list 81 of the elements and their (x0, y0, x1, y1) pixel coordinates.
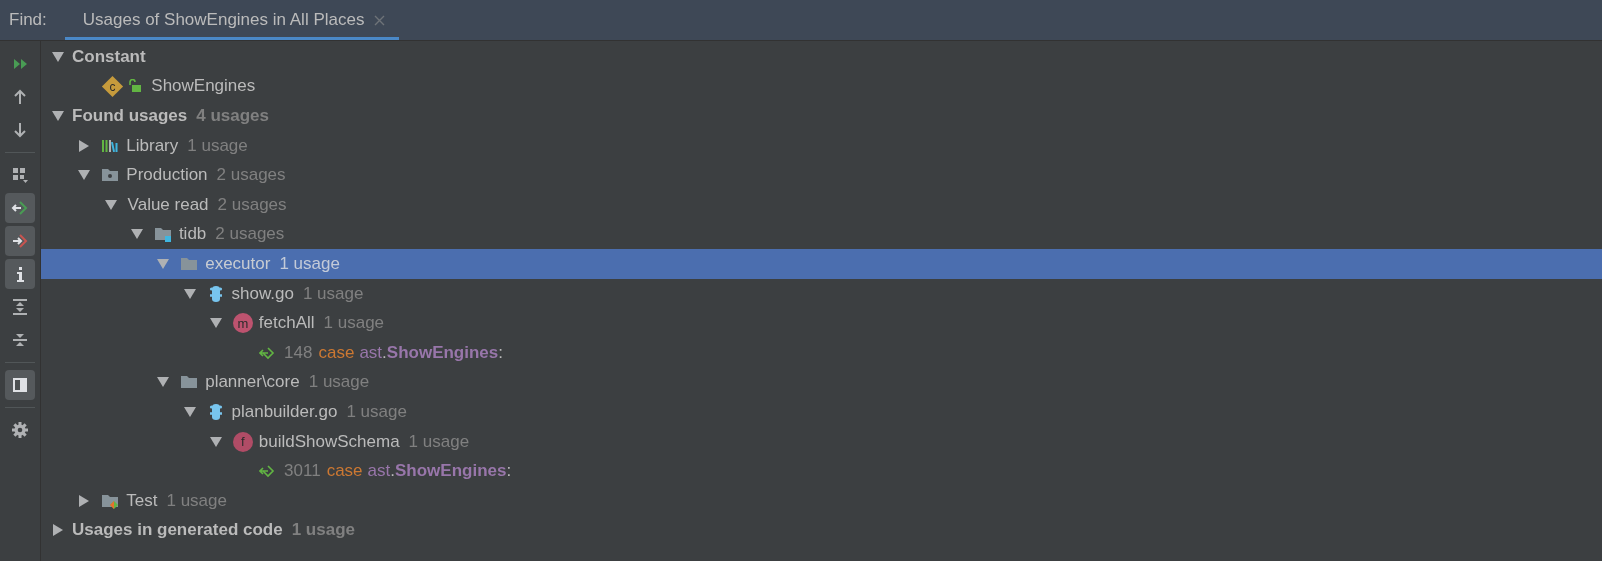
expanded-arrow-icon[interactable] (209, 317, 222, 330)
expanded-arrow-icon[interactable] (104, 198, 117, 211)
unlocked-padlock-icon (128, 79, 143, 94)
line-number: 3011 (284, 461, 321, 482)
collapse-all-icon (11, 331, 29, 349)
usage-count: 1 usage (279, 253, 340, 274)
line-number: 148 (284, 342, 313, 363)
tree-row[interactable]: Value read 2 usages (41, 189, 1602, 220)
constant-badge: c (102, 75, 124, 97)
info-button[interactable] (5, 259, 35, 289)
collapsed-arrow-icon[interactable] (78, 494, 91, 507)
tree-row[interactable]: Production 2 usages (41, 160, 1602, 190)
code-line: case ast.ShowEngines: (318, 342, 503, 363)
usage-count: 2 usages (217, 194, 287, 215)
expanded-arrow-icon[interactable] (209, 435, 222, 448)
node-label: Library (126, 135, 179, 156)
node-label: tidb (178, 224, 207, 245)
expanded-arrow-icon[interactable] (78, 169, 91, 182)
node-label: Production (126, 165, 208, 186)
preview-panel-icon (11, 376, 29, 394)
settings-icon (11, 421, 29, 439)
read-access-button[interactable] (5, 193, 35, 223)
usage-count: 4 usages (196, 106, 269, 126)
node-label: ShowEngines (151, 76, 256, 97)
usage-count: 1 usage (323, 313, 385, 334)
expanded-arrow-icon[interactable] (157, 376, 170, 389)
down-arrow-icon (11, 121, 29, 139)
collapsed-arrow-icon[interactable] (52, 524, 64, 537)
usage-count: 2 usages (216, 165, 286, 186)
tree-row[interactable]: show.go 1 usage (41, 278, 1602, 309)
usage-count: 1 usage (187, 135, 248, 156)
expand-all-icon (11, 298, 29, 316)
tree-row[interactable]: planbuilder.go 1 usage (41, 397, 1602, 427)
node-label: Value read (127, 194, 209, 215)
usage-count: 1 usage (166, 490, 227, 511)
collapsed-arrow-icon[interactable] (78, 139, 91, 152)
result-tab[interactable]: Usages of ShowEngines in All Places (64, 0, 400, 40)
tree-row[interactable]: f buildShowSchema 1 usage (41, 426, 1602, 457)
folder-icon (153, 225, 172, 244)
write-access-icon (11, 232, 29, 250)
node-label: planbuilder.go (231, 401, 338, 422)
expanded-arrow-icon[interactable] (52, 50, 64, 63)
usage-count: 1 usage (308, 372, 370, 393)
usage-count: 1 usage (346, 401, 407, 422)
tree-row[interactable]: 148 case ast.ShowEngines: (41, 337, 1602, 368)
node-label: planner\core (205, 372, 300, 393)
node-label: show.go (231, 283, 294, 304)
node-label: Usages in generated code (72, 520, 283, 541)
expanded-arrow-icon[interactable] (183, 405, 196, 418)
expanded-arrow-icon[interactable] (52, 110, 64, 122)
tree-row[interactable]: Constant (41, 42, 1602, 72)
tree-row[interactable]: executor 1 usage (41, 249, 1602, 279)
node-label: Test (126, 490, 158, 511)
tree-row[interactable]: Found usages 4 usages (41, 101, 1602, 131)
node-label: executor (205, 253, 271, 274)
tree-row[interactable]: tidb 2 usages (41, 219, 1602, 250)
method-badge: m (232, 313, 253, 334)
usage-count: 2 usages (215, 224, 285, 245)
preview-panel-button[interactable] (5, 370, 35, 400)
node-label: Constant (72, 46, 146, 67)
node-label: Found usages (72, 106, 188, 126)
grid-icon (11, 166, 29, 184)
find-label: Find: (8, 10, 48, 30)
expanded-arrow-icon[interactable] (183, 287, 196, 300)
expanded-arrow-icon[interactable] (130, 228, 143, 241)
node-label: buildShowSchema (258, 431, 400, 452)
read-access-icon (11, 199, 29, 217)
usage-count: 1 usage (408, 431, 470, 452)
function-badge: f (232, 431, 253, 452)
code-line: case ast.ShowEngines: (326, 461, 512, 482)
tree-row[interactable]: planner\core 1 usage (41, 367, 1602, 398)
write-access-button[interactable] (5, 226, 35, 256)
tree-row[interactable]: 3011 case ast.ShowEngines: (41, 456, 1602, 486)
tree-row[interactable]: c ShowEngines (41, 71, 1602, 102)
tree-row[interactable]: Library 1 usage (41, 130, 1602, 161)
tree-row[interactable]: Usages in generated code 1 usage (41, 515, 1602, 546)
tree-row[interactable]: m fetchAll 1 usage (41, 308, 1602, 338)
usage-count: 1 usage (302, 283, 364, 304)
node-label: fetchAll (258, 313, 315, 334)
usage-count: 1 usage (291, 520, 355, 541)
tree-row[interactable]: Test 1 usage (41, 485, 1602, 516)
